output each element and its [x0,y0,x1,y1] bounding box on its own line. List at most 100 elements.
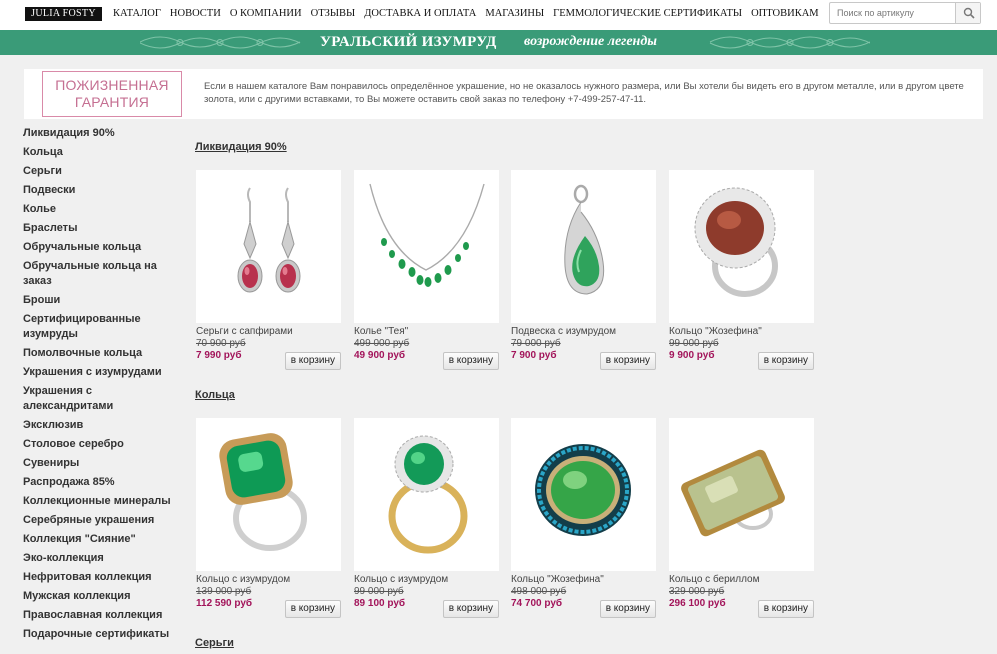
nav-item-certificates[interactable]: ГЕММОЛОГИЧЕСКИЕ СЕРТИФИКАТЫ [553,8,742,19]
sidebar-item[interactable]: Православная коллекция [23,608,183,623]
add-to-cart-button[interactable]: в корзину [599,352,656,370]
section-title-earrings[interactable]: Серьги [195,637,234,649]
info-text: Если в нашем каталоге Вам понравилось оп… [204,81,964,105]
nav-item-delivery[interactable]: ДОСТАВКА И ОПЛАТА [364,8,476,19]
product-card: Кольцо с изумрудом 139 000 руб 112 590 р… [196,418,341,618]
search-icon [963,7,975,19]
ornament-left-icon [140,36,301,49]
sidebar-item[interactable]: Помолвочные кольца [23,346,183,361]
section-title-rings[interactable]: Кольца [195,389,235,401]
product-old-price: 79 000 руб [511,338,561,349]
add-to-cart-button[interactable]: в корзину [284,600,341,618]
search-button[interactable] [955,3,980,23]
product-image[interactable] [354,170,499,323]
top-bar: JULIA FOSTY КАТАЛОГ НОВОСТИ О КОМПАНИИ О… [0,0,997,30]
info-box: ПОЖИЗНЕННАЯ ГАРАНТИЯ Если в нашем катало… [24,69,983,119]
product-image[interactable] [511,170,656,323]
sidebar-item[interactable]: Серьги [23,164,183,179]
product-image[interactable] [196,418,341,571]
sidebar-item[interactable]: Браслеты [23,221,183,236]
pendant-icon [564,184,605,295]
add-to-cart-button[interactable]: в корзину [757,352,814,370]
site-logo[interactable]: JULIA FOSTY [25,7,102,21]
ring-icon [535,444,631,536]
sidebar-item[interactable]: Украшения с александритами [23,384,133,414]
sidebar-item[interactable]: Коллекция "Сияние" [23,532,183,547]
main-nav: КАТАЛОГ НОВОСТИ О КОМПАНИИ ОТЗЫВЫ ДОСТАВ… [113,8,828,19]
sidebar-item[interactable]: Подарочные сертификаты [23,627,183,642]
sidebar-item[interactable]: Нефритовая коллекция [23,570,183,585]
search-input[interactable] [830,3,956,23]
sidebar-item[interactable]: Колье [23,202,183,217]
product-card: Подвеска с изумрудом 79 000 руб 7 900 ру… [511,170,656,370]
ornament-right-icon [709,36,870,49]
earrings-icon [237,187,301,293]
product-old-price: 99 000 руб [669,338,719,349]
product-old-price: 139 000 руб [196,586,252,597]
ring-icon [681,449,785,537]
search-box [829,2,981,24]
nav-item-wholesale[interactable]: ОПТОВИКАМ [751,8,819,19]
product-image[interactable] [196,170,341,323]
sidebar-item[interactable]: Коллекционные минералы [23,494,183,509]
sidebar-item[interactable]: Серебряные украшения [23,513,183,528]
product-name[interactable]: Кольцо "Жозефина" [669,326,814,338]
nav-item-about[interactable]: О КОМПАНИИ [230,8,302,19]
sidebar-item[interactable]: Эксклюзив [23,418,183,433]
guarantee-line-1: ПОЖИЗНЕННАЯ [55,77,169,93]
product-name[interactable]: Кольцо с бериллом [669,574,814,586]
product-name[interactable]: Серьги с сапфирами [196,326,341,338]
nav-item-reviews[interactable]: ОТЗЫВЫ [311,8,356,19]
product-image[interactable] [669,418,814,571]
product-image[interactable] [354,418,499,571]
sidebar-item[interactable]: Подвески [23,183,183,198]
add-to-cart-button[interactable]: в корзину [284,352,341,370]
nav-item-shops[interactable]: МАГАЗИНЫ [485,8,544,19]
product-old-price: 498 000 руб [511,586,567,597]
product-image[interactable] [669,170,814,323]
product-name[interactable]: Подвеска с изумрудом [511,326,656,338]
sidebar-item[interactable]: Обручальные кольца [23,240,183,255]
product-card: Кольцо с бериллом 329 000 руб 296 100 ру… [669,418,814,618]
product-old-price: 99 000 руб [354,586,404,597]
product-old-price: 329 000 руб [669,586,725,597]
banner-title: УРАЛЬСКИЙ ИЗУМРУД [320,34,497,50]
product-name[interactable]: Кольцо "Жозефина" [511,574,656,586]
add-to-cart-button[interactable]: в корзину [599,600,656,618]
sidebar-item[interactable]: Эко-коллекция [23,551,183,566]
sidebar-item[interactable]: Сертифицированные изумруды [23,312,153,342]
ring-icon [694,187,778,297]
necklace-icon [369,183,485,287]
sidebar-item[interactable]: Украшения с изумрудами [23,365,183,380]
banner-subtitle: возрождение легенды [524,34,657,49]
ring-icon [388,435,468,554]
product-old-price: 499 000 руб [354,338,410,349]
section-title-liquidation[interactable]: Ликвидация 90% [195,141,287,153]
product-card: Серьги с сапфирами 70 900 руб 7 990 руб … [196,170,341,370]
product-card: Колье "Тея" 499 000 руб 49 900 руб в кор… [354,170,499,370]
product-card: Кольцо "Жозефина" 99 000 руб 9 900 руб в… [669,170,814,370]
nav-item-catalog[interactable]: КАТАЛОГ [113,8,161,19]
sidebar-item[interactable]: Броши [23,293,183,308]
sidebar-item[interactable]: Мужская коллекция [23,589,183,604]
sidebar-item[interactable]: Кольца [23,145,183,160]
category-sidebar: Ликвидация 90% Кольца Серьги Подвески Ко… [23,126,183,646]
add-to-cart-button[interactable]: в корзину [442,600,499,618]
product-name[interactable]: Кольцо с изумрудом [354,574,499,586]
sidebar-item[interactable]: Распродажа 85% [23,475,183,490]
sidebar-item[interactable]: Столовое серебро [23,437,183,452]
product-image[interactable] [511,418,656,571]
product-old-price: 70 900 руб [196,338,246,349]
add-to-cart-button[interactable]: в корзину [442,352,499,370]
product-name[interactable]: Колье "Тея" [354,326,499,338]
product-card: Кольцо "Жозефина" 498 000 руб 74 700 руб… [511,418,656,618]
sidebar-item[interactable]: Обручальные кольца на заказ [23,259,173,289]
sidebar-item[interactable]: Сувениры [23,456,183,471]
product-name[interactable]: Кольцо с изумрудом [196,574,341,586]
nav-item-news[interactable]: НОВОСТИ [170,8,221,19]
add-to-cart-button[interactable]: в корзину [757,600,814,618]
lifetime-guarantee-badge[interactable]: ПОЖИЗНЕННАЯ ГАРАНТИЯ [42,71,182,117]
sidebar-item[interactable]: Ликвидация 90% [23,126,183,141]
product-card: Кольцо с изумрудом 99 000 руб 89 100 руб… [354,418,499,618]
guarantee-line-2: ГАРАНТИЯ [74,94,150,110]
